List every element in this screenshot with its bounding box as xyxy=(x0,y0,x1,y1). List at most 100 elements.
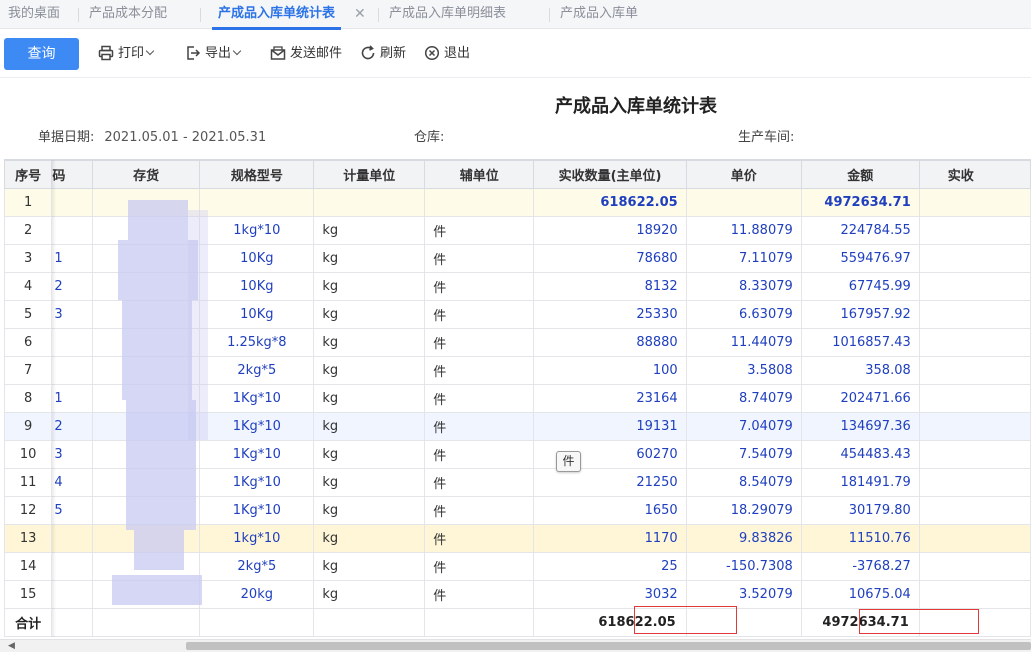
cell-code: 2 xyxy=(51,412,93,441)
mail-icon xyxy=(270,45,286,60)
col-header-received[interactable]: 实收 xyxy=(918,160,1031,189)
close-circle-icon xyxy=(424,45,440,60)
query-button[interactable]: 查询 xyxy=(4,38,79,70)
cell-unit: kg xyxy=(313,580,426,609)
cell-aux xyxy=(424,608,535,637)
cell-qty: 18920 xyxy=(533,216,687,245)
cell-price: 7.54079 xyxy=(685,440,802,469)
printer-icon xyxy=(98,45,114,60)
cell-qty: 21250 xyxy=(533,468,687,497)
cell-no: 14 xyxy=(4,552,53,581)
report-title: 产成品入库单统计表 xyxy=(555,96,717,117)
cell-qty: 25330 xyxy=(533,300,687,329)
cell-aux: 件 xyxy=(424,384,535,413)
cell-aux: 件 xyxy=(424,440,535,469)
header-row: 序号 码 存货 规格型号 计量单位 辅单位 实收数量(主单位) 单价 金额 实收 xyxy=(4,160,1031,189)
col-header-aux-unit[interactable]: 辅单位 xyxy=(424,160,535,189)
refresh-button[interactable]: 刷新 xyxy=(360,38,406,70)
export-label: 导出 xyxy=(205,46,232,61)
cell-qty: 1170 xyxy=(533,524,687,553)
cell-amount: 559476.97 xyxy=(800,244,920,273)
col-header-price[interactable]: 单价 xyxy=(685,160,802,189)
col-header-inventory[interactable]: 存货 xyxy=(91,160,201,189)
cell-received xyxy=(918,272,1031,301)
cell-amount: 224784.55 xyxy=(800,216,920,245)
scroll-thumb[interactable] xyxy=(186,642,1031,650)
export-button[interactable]: 导出 xyxy=(185,38,242,70)
cell-unit: kg xyxy=(313,468,426,497)
tab-desktop[interactable]: 我的桌面 xyxy=(8,0,60,29)
col-header-code[interactable]: 码 xyxy=(51,160,93,189)
cell-received xyxy=(918,328,1031,357)
cell-amount: 4972634.71 xyxy=(800,188,920,217)
cell-price: 18.29079 xyxy=(685,496,802,525)
cell-received xyxy=(918,300,1031,329)
tab-receipt-statistics[interactable]: 产成品入库单统计表 xyxy=(211,0,342,30)
exit-button[interactable]: 退出 xyxy=(424,38,470,70)
total-label: 合计 xyxy=(4,608,53,637)
cell-no: 4 xyxy=(4,272,53,301)
cell-code xyxy=(51,356,93,385)
cell-qty: 100 xyxy=(533,356,687,385)
horizontal-scrollbar[interactable]: ◀ xyxy=(0,639,1031,652)
cell-code xyxy=(51,328,93,357)
cell-unit: kg xyxy=(313,496,426,525)
col-header-amount[interactable]: 金额 xyxy=(800,160,920,189)
date-value: 2021.05.01 - 2021.05.31 xyxy=(104,130,267,145)
cell-received xyxy=(918,552,1031,581)
cell-qty: 8132 xyxy=(533,272,687,301)
cell-no: 8 xyxy=(4,384,53,413)
cell-amount: 30179.80 xyxy=(800,496,920,525)
cell-aux: 件 xyxy=(424,216,535,245)
cell-inventory xyxy=(91,608,201,637)
total-qty-highlight xyxy=(634,606,737,634)
redacted-area xyxy=(108,190,220,610)
col-header-unit[interactable]: 计量单位 xyxy=(313,160,426,189)
date-filter: 单据日期: 2021.05.01 - 2021.05.31 xyxy=(38,126,266,145)
cell-unit: kg xyxy=(313,384,426,413)
cell-spec xyxy=(199,608,315,637)
cell-received xyxy=(918,384,1031,413)
cell-aux: 件 xyxy=(424,524,535,553)
cell-no: 5 xyxy=(4,300,53,329)
col-header-no[interactable]: 序号 xyxy=(4,160,53,189)
cell-tooltip: 件 xyxy=(556,451,581,472)
send-mail-label: 发送邮件 xyxy=(290,46,343,61)
tab-receipt[interactable]: 产成品入库单 xyxy=(560,0,638,29)
workshop-label: 生产车间: xyxy=(738,130,795,145)
cell-code xyxy=(51,580,93,609)
cell-price: 6.63079 xyxy=(685,300,802,329)
cell-code: 4 xyxy=(51,468,93,497)
send-mail-button[interactable]: 发送邮件 xyxy=(270,38,342,70)
cell-code xyxy=(51,524,93,553)
print-button[interactable]: 打印 xyxy=(98,38,155,70)
cell-received xyxy=(918,356,1031,385)
tab-receipt-detail[interactable]: 产成品入库单明细表 xyxy=(389,0,506,29)
close-icon[interactable]: ✕ xyxy=(354,0,366,28)
cell-aux: 件 xyxy=(424,244,535,273)
cell-amount: 202471.66 xyxy=(800,384,920,413)
cell-qty: 1650 xyxy=(533,496,687,525)
cell-unit xyxy=(313,608,426,637)
toolbar: 查询 打印 导出 发送邮件 刷新 退出 xyxy=(0,30,1031,78)
cell-amount: 67745.99 xyxy=(800,272,920,301)
cell-qty: 88880 xyxy=(533,328,687,357)
tab-separator xyxy=(78,8,79,22)
cell-price: 11.88079 xyxy=(685,216,802,245)
tab-cost-allocation[interactable]: 产品成本分配 xyxy=(89,0,167,29)
cell-received xyxy=(918,188,1031,217)
refresh-label: 刷新 xyxy=(380,46,407,61)
cell-price: 11.44079 xyxy=(685,328,802,357)
col-header-spec[interactable]: 规格型号 xyxy=(199,160,315,189)
cell-amount: 11510.76 xyxy=(800,524,920,553)
cell-amount: 10675.04 xyxy=(800,580,920,609)
print-label: 打印 xyxy=(118,46,145,61)
cell-aux: 件 xyxy=(424,580,535,609)
cell-aux: 件 xyxy=(424,468,535,497)
cell-price: -150.7308 xyxy=(685,552,802,581)
cell-qty: 25 xyxy=(533,552,687,581)
col-header-qty[interactable]: 实收数量(主单位) xyxy=(533,160,687,189)
scroll-left-icon[interactable]: ◀ xyxy=(8,641,15,651)
cell-unit: kg xyxy=(313,272,426,301)
cell-price xyxy=(685,188,802,217)
